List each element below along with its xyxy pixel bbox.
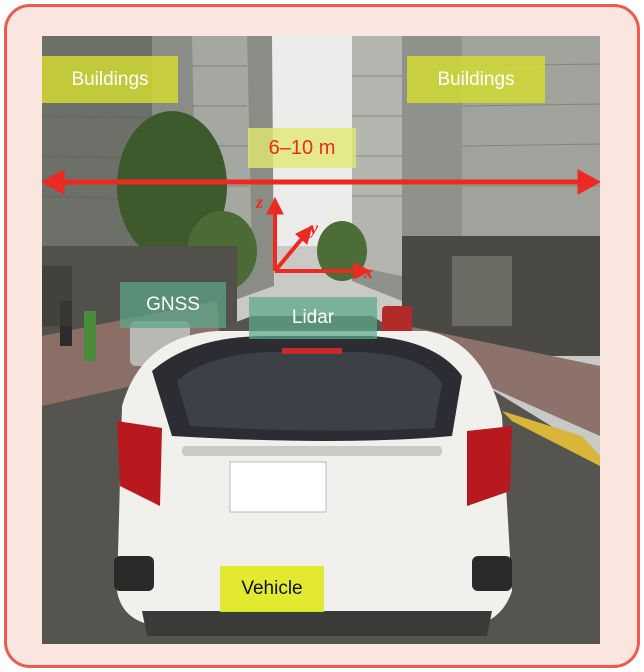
lidar-label: Lidar <box>249 297 377 339</box>
buildings-label-left: Buildings <box>42 56 178 103</box>
street-photo: Buildings Buildings 6–10 m GNSS Lidar Ve… <box>42 36 600 644</box>
gnss-label: GNSS <box>120 282 226 328</box>
vehicle-label: Vehicle <box>220 566 324 612</box>
axis-x-label: x <box>364 262 373 282</box>
axis-z-label: z <box>256 192 264 212</box>
range-label: 6–10 m <box>248 128 356 168</box>
buildings-label-right: Buildings <box>407 56 545 103</box>
axis-y-label: y <box>310 218 318 238</box>
